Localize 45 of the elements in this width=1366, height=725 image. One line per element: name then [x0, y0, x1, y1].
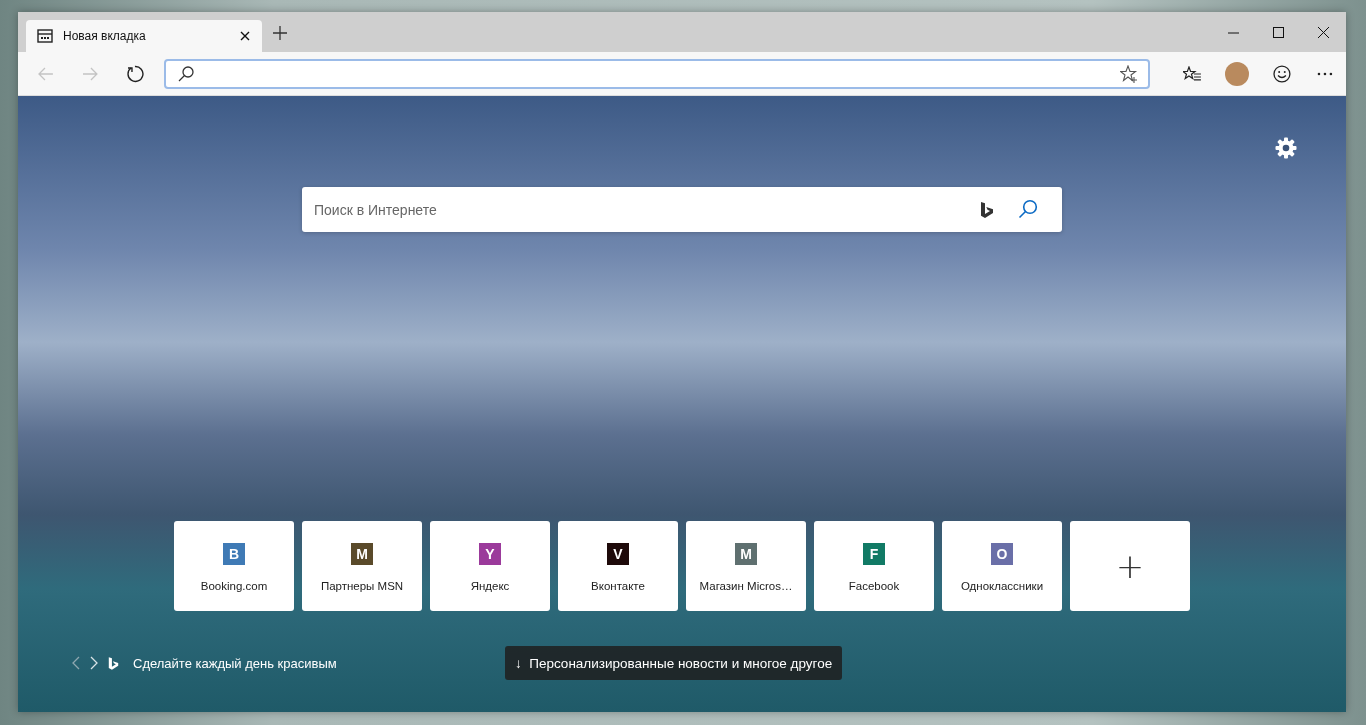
close-icon[interactable]: [1318, 27, 1329, 38]
settings-icon[interactable]: [1275, 137, 1297, 159]
site-letter-icon: M: [735, 543, 757, 565]
tab-title: Новая вкладка: [63, 29, 147, 43]
site-letter-icon: Y: [479, 543, 501, 565]
browser-tab[interactable]: Новая вкладка: [26, 20, 262, 52]
tile-label: Яндекс: [470, 580, 510, 592]
web-search-field[interactable]: Поиск в Интернете: [302, 187, 1062, 232]
quick-link-tile[interactable]: F Facebook: [814, 521, 934, 611]
site-letter-icon: O: [991, 543, 1013, 565]
bing-logo-icon: [980, 201, 994, 219]
search-icon: [177, 65, 194, 82]
tile-label: Booking.com: [200, 580, 268, 592]
site-letter-icon: V: [607, 543, 629, 565]
favorites-star-list-icon[interactable]: [1183, 65, 1202, 82]
tile-label: Вконтакте: [591, 580, 645, 592]
quick-link-tile[interactable]: O Одноклассники: [942, 521, 1062, 611]
site-letter-icon: B: [223, 543, 245, 565]
tile-label: Магазин Micros…: [699, 580, 793, 592]
profile-avatar[interactable]: [1225, 61, 1250, 86]
close-icon[interactable]: [240, 31, 250, 41]
tab-page-icon: [37, 29, 53, 43]
quick-link-tile[interactable]: B Booking.com: [174, 521, 294, 611]
quick-link-tile[interactable]: V Вконтакте: [558, 521, 678, 611]
quick-link-tile[interactable]: M Магазин Micros…: [686, 521, 806, 611]
new-tab-icon[interactable]: [273, 26, 287, 40]
bing-logo-icon: [108, 655, 119, 671]
quick-link-tile[interactable]: Y Яндекс: [430, 521, 550, 611]
maximize-icon[interactable]: [1273, 27, 1284, 38]
search-icon[interactable]: [1018, 199, 1038, 219]
smiley-icon[interactable]: [1273, 64, 1292, 83]
site-letter-icon: M: [351, 543, 373, 565]
quick-link-tile[interactable]: M Партнеры MSN: [302, 521, 422, 611]
more-icon[interactable]: [1317, 71, 1333, 76]
add-site-tile[interactable]: +: [1070, 521, 1190, 611]
site-letter-icon: F: [863, 543, 885, 565]
previous-chevron-icon[interactable]: [72, 656, 80, 670]
tile-label: Партнеры MSN: [320, 580, 404, 592]
refresh-icon[interactable]: [125, 64, 144, 83]
image-caption: Сделайте каждый день красивым: [133, 655, 337, 671]
add-favorite-star-icon[interactable]: [1120, 64, 1139, 83]
next-chevron-icon[interactable]: [90, 656, 98, 670]
news-button[interactable]: ↓ Персонализированные новости и многое другое: [505, 646, 843, 680]
tile-label: Facebook: [848, 580, 900, 592]
tile-label: Одноклассники: [960, 580, 1044, 592]
